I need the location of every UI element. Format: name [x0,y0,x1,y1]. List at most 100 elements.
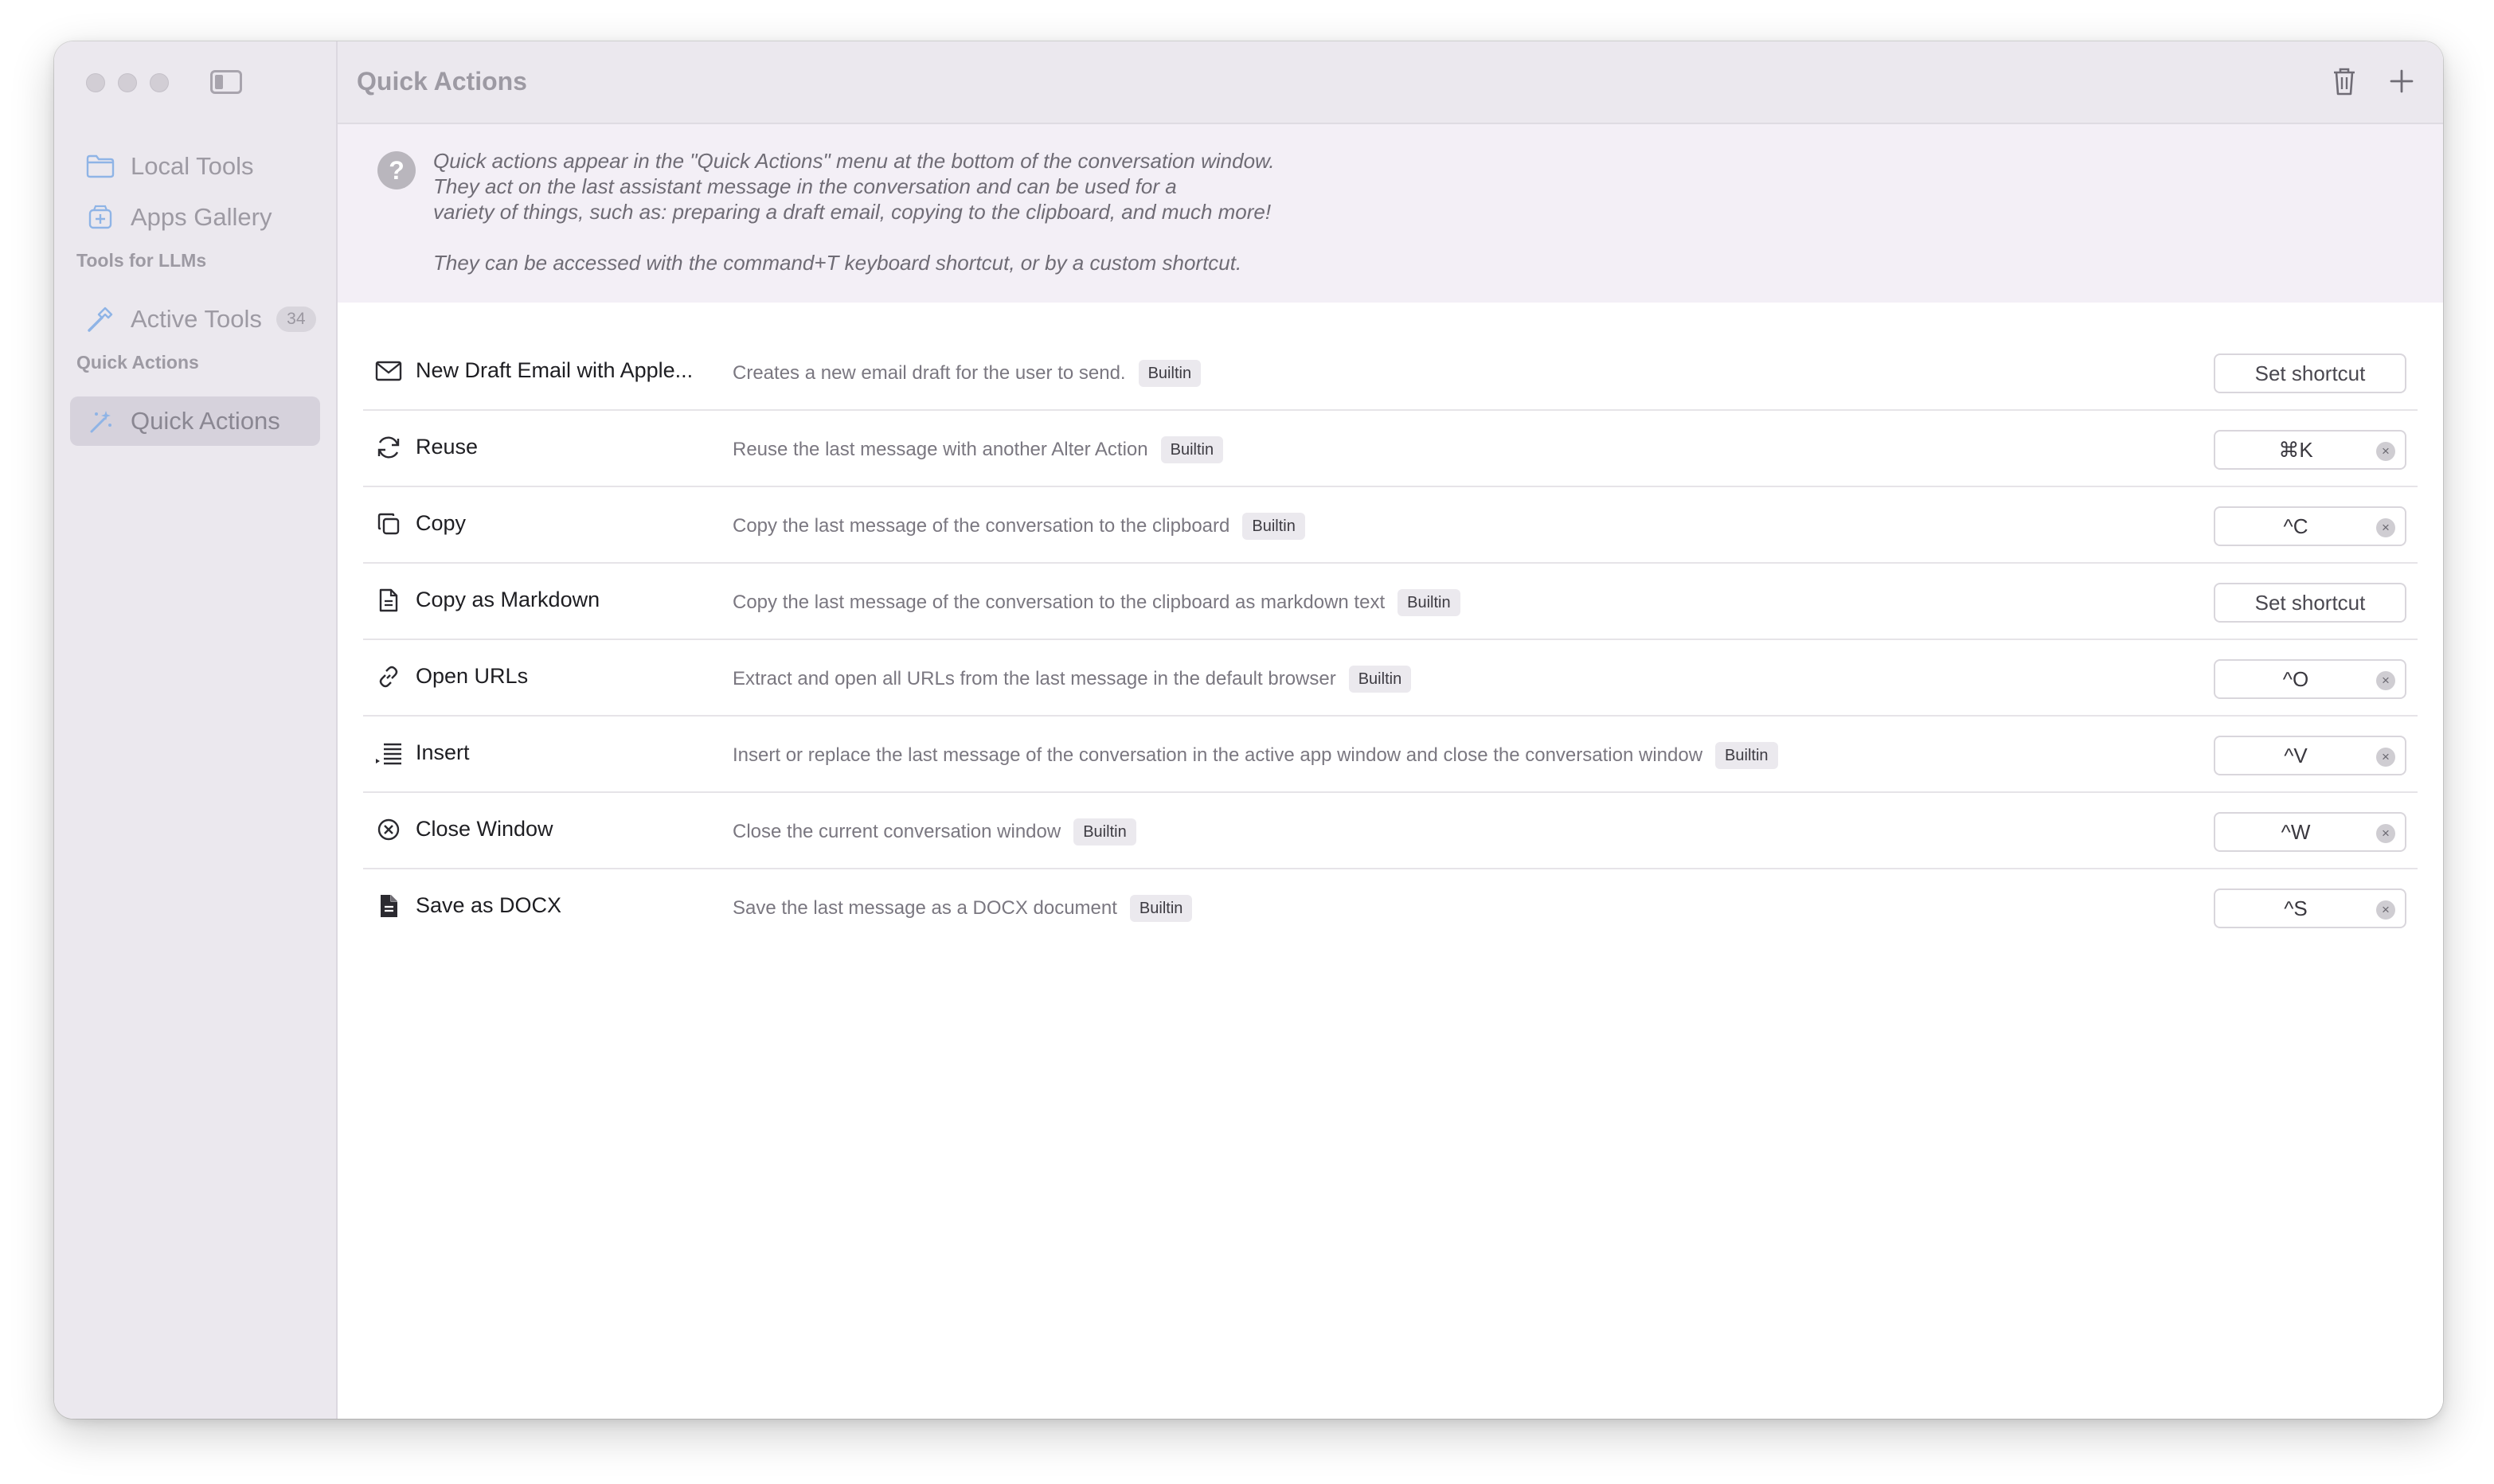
set-shortcut-button[interactable]: Set shortcut [2214,583,2406,623]
action-description-group: Save the last message as a DOCX document… [733,895,1193,922]
list-item[interactable]: Insert Insert or replace the last messag… [363,717,2418,793]
sidebar-item-active-tools[interactable]: Active Tools 34 [70,295,320,344]
shortcut-key: ^V [2284,743,2308,767]
builtin-badge: Builtin [1348,666,1412,693]
sidebar-item-label: Quick Actions [131,407,280,435]
sidebar-item-label: Local Tools [131,152,254,180]
info-text: Quick actions appear in the "Quick Actio… [433,148,1275,275]
action-description: Close the current conversation window [733,821,1061,842]
action-description: Creates a new email draft for the user t… [733,362,1126,384]
set-shortcut-button[interactable]: Set shortcut [2214,353,2406,393]
shortcut-key: ⌘K [2278,437,2313,462]
minimize-window-button[interactable] [118,73,137,92]
action-name: Reuse [416,435,479,459]
list-item[interactable]: Open URLs Extract and open all URLs from… [363,640,2418,717]
close-window-button[interactable] [86,73,105,92]
shortcut-key: ^S [2284,896,2308,920]
document-filled-icon [373,890,405,922]
action-description: Save the last message as a DOCX document [733,897,1117,919]
action-name: Save as DOCX [416,893,562,917]
action-name: Insert [416,740,470,764]
builtin-badge: Builtin [1129,895,1193,922]
count-badge: 34 [276,307,316,332]
sidebar: Local Tools Apps Gallery Tools for LLMs … [54,41,338,1419]
action-description-group: Close the current conversation window Bu… [733,818,1136,845]
sidebar-item-local-tools[interactable]: Local Tools [70,142,320,191]
clear-shortcut-icon[interactable]: × [2376,900,2395,920]
clear-shortcut-icon[interactable]: × [2376,671,2395,690]
builtin-badge: Builtin [1242,513,1305,540]
shortcut-key: ^W [2281,819,2311,844]
magic-wand-icon [84,405,116,437]
section-label-quick-actions: Quick Actions [76,352,199,373]
window-controls [86,73,169,92]
plus-icon [2389,68,2414,98]
sidebar-item-apps-gallery[interactable]: Apps Gallery [70,193,320,242]
shortcut-field[interactable]: ⌘K × [2214,430,2406,470]
clear-shortcut-icon[interactable]: × [2376,824,2395,843]
envelope-icon [373,355,405,387]
action-description: Insert or replace the last message of th… [733,744,1703,766]
insert-lines-icon [373,737,405,769]
copy-icon [373,508,405,540]
sidebar-toggle-icon[interactable] [210,70,242,94]
action-description-group: Insert or replace the last message of th… [733,742,1778,769]
action-name: Copy [416,511,467,535]
shortcut-key: ^C [2283,514,2308,538]
delete-button[interactable] [2325,64,2363,102]
app-gallery-icon [84,201,116,233]
list-item[interactable]: Copy as Markdown Copy the last message o… [363,564,2418,640]
clear-shortcut-icon[interactable]: × [2376,442,2395,461]
shortcut-field[interactable]: ^O × [2214,659,2406,699]
set-shortcut-label: Set shortcut [2254,590,2366,615]
builtin-badge: Builtin [1138,360,1202,387]
action-description-group: Creates a new email draft for the user t… [733,360,1202,387]
info-line: Quick actions appear in the "Quick Actio… [433,149,1275,173]
action-description: Copy the last message of the conversatio… [733,515,1230,537]
action-description: Extract and open all URLs from the last … [733,668,1336,689]
zoom-window-button[interactable] [150,73,169,92]
shortcut-field[interactable]: ^C × [2214,506,2406,546]
list-item[interactable]: Save as DOCX Save the last message as a … [363,869,2418,946]
document-icon [373,584,405,616]
hammer-icon [84,303,116,335]
builtin-badge: Builtin [1715,742,1778,769]
action-description-group: Extract and open all URLs from the last … [733,666,1412,693]
shortcut-key: ^O [2282,666,2309,691]
shortcut-field[interactable]: ^V × [2214,736,2406,775]
list-item[interactable]: Reuse Reuse the last message with anothe… [363,411,2418,487]
action-description-group: Reuse the last message with another Alte… [733,436,1224,463]
sidebar-item-quick-actions[interactable]: Quick Actions [70,396,320,446]
builtin-badge: Builtin [1160,436,1224,463]
action-description-group: Copy the last message of the conversatio… [733,513,1305,540]
builtin-badge: Builtin [1398,589,1460,616]
list-item[interactable]: Close Window Close the current conversat… [363,793,2418,869]
link-icon [373,661,405,693]
action-description: Reuse the last message with another Alte… [733,439,1148,460]
action-description: Copy the last message of the conversatio… [733,592,1386,613]
action-name: Open URLs [416,664,529,688]
builtin-badge: Builtin [1073,818,1136,845]
toolbar: Quick Actions [338,41,2443,124]
trash-icon [2332,66,2357,100]
action-name: Close Window [416,817,553,841]
main-content: Quick Actions ? Quick actions appear in … [338,41,2443,1419]
clear-shortcut-icon[interactable]: × [2376,518,2395,537]
list-item[interactable]: Copy Copy the last message of the conver… [363,487,2418,564]
shortcut-field[interactable]: ^W × [2214,812,2406,852]
clear-shortcut-icon[interactable]: × [2376,748,2395,767]
shortcut-field[interactable]: ^S × [2214,888,2406,928]
section-label-tools-for-llms: Tools for LLMs [76,250,207,271]
folder-icon [84,150,116,182]
close-circle-icon [373,814,405,845]
app-window: Local Tools Apps Gallery Tools for LLMs … [54,41,2443,1419]
action-name: Copy as Markdown [416,588,600,611]
info-line: variety of things, such as: preparing a … [433,200,1272,224]
page-title: Quick Actions [357,67,527,96]
list-item[interactable]: New Draft Email with Apple... Creates a … [363,334,2418,411]
question-icon: ? [377,151,416,189]
sidebar-item-label: Apps Gallery [131,203,272,231]
action-name: New Draft Email with Apple... [416,358,694,382]
refresh-icon [373,432,405,463]
add-action-button[interactable] [2383,64,2421,102]
